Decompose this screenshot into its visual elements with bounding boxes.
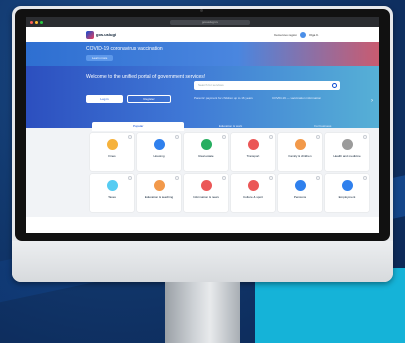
add-icon[interactable] — [222, 176, 226, 180]
service-card[interactable]: Transport — [231, 133, 275, 171]
address-bar[interactable]: gosuslugi.ru — [170, 19, 250, 25]
service-label: Information & news — [193, 195, 219, 199]
covid-title: COVID-19 coronavirus vaccination — [86, 46, 163, 52]
service-label: Transport — [246, 154, 260, 158]
monitor-chin — [12, 241, 393, 282]
fines-icon — [106, 139, 118, 150]
service-card[interactable]: Employment — [325, 174, 369, 212]
tab-business[interactable]: For business — [277, 122, 369, 131]
hero-section: Welcome to the unified portal of governm… — [26, 66, 379, 128]
service-card[interactable]: Education & teaching — [137, 174, 181, 212]
hero-title: Welcome to the unified portal of governm… — [86, 74, 206, 80]
service-card[interactable]: Taxes — [90, 174, 134, 212]
pensions-icon — [294, 180, 306, 191]
housing-icon — [153, 139, 165, 150]
taxes-icon — [106, 180, 118, 191]
family-icon — [294, 139, 306, 150]
service-card[interactable]: Family & children — [278, 133, 322, 171]
tab-education[interactable]: Education & work — [184, 122, 276, 131]
header-user-area: Kemerovo region Olga K. — [274, 31, 319, 38]
service-card[interactable]: Pensions — [278, 174, 322, 212]
add-icon[interactable] — [363, 135, 367, 139]
add-icon[interactable] — [128, 176, 132, 180]
add-icon[interactable] — [175, 176, 179, 180]
add-icon[interactable] — [363, 176, 367, 180]
service-card[interactable]: Health and medicine — [325, 133, 369, 171]
service-label: Employment — [338, 195, 356, 199]
register-button[interactable]: Register — [127, 95, 171, 103]
add-icon[interactable] — [316, 176, 320, 180]
service-label: Health and medicine — [333, 154, 361, 158]
site-header: gos.uslugi Kemerovo region Olga K. — [26, 27, 379, 42]
service-card[interactable]: Information & news — [184, 174, 228, 212]
login-button[interactable]: Log in — [86, 95, 123, 103]
education-icon — [153, 180, 165, 191]
add-icon[interactable] — [316, 135, 320, 139]
tab-popular[interactable]: Popular — [92, 122, 185, 131]
hero-link-payments[interactable]: Parents' payment for children up to 16 y… — [194, 96, 264, 100]
logo-icon — [86, 30, 94, 39]
browser-toolbar: gosuslugi.ru — [26, 17, 379, 27]
service-label: Real estate — [198, 154, 214, 158]
add-icon[interactable] — [222, 135, 226, 139]
service-label: Housing — [153, 154, 165, 158]
covid-banner: COVID-19 coronavirus vaccination Learn m… — [26, 42, 379, 66]
avatar[interactable] — [299, 31, 306, 38]
maximize-window-icon[interactable] — [40, 20, 43, 24]
covid-learn-more-button[interactable]: Learn more — [86, 55, 114, 61]
user-name[interactable]: Olga K. — [309, 33, 319, 37]
close-window-icon[interactable] — [30, 20, 33, 24]
site-logo[interactable]: gos.uslugi — [86, 30, 116, 39]
add-icon[interactable] — [269, 135, 273, 139]
services-area: Popular Education & work For business Fi… — [26, 122, 379, 217]
chevron-right-icon[interactable]: › — [371, 98, 373, 104]
service-card[interactable]: Real estate — [184, 133, 228, 171]
service-label: Taxes — [108, 195, 116, 199]
hero-link-covid[interactable]: COVID-19 — vaccination information — [272, 96, 332, 100]
health-icon — [341, 139, 353, 150]
service-label: Education & teaching — [144, 195, 174, 199]
add-icon[interactable] — [128, 135, 132, 139]
employment-icon — [341, 180, 353, 191]
service-label: Culture & sport — [242, 195, 263, 199]
service-card[interactable]: Housing — [137, 133, 181, 171]
search-input[interactable]: Search for services — [194, 81, 340, 90]
real-estate-icon — [200, 139, 212, 150]
services-grid: Fines Housing Real estate Transport Fami… — [90, 133, 369, 212]
information-icon — [200, 180, 212, 191]
add-icon[interactable] — [175, 135, 179, 139]
browser-window: gosuslugi.ru gos.uslugi Kemerovo region … — [26, 17, 379, 233]
service-label: Family & children — [288, 154, 312, 158]
camera-icon — [200, 9, 203, 12]
service-label: Pensions — [293, 195, 307, 199]
monitor-stand — [165, 282, 240, 343]
transport-icon — [247, 139, 259, 150]
region-selector[interactable]: Kemerovo region — [274, 33, 297, 37]
service-card[interactable]: Fines — [90, 133, 134, 171]
service-card[interactable]: Culture & sport — [231, 174, 275, 212]
service-label: Fines — [108, 154, 116, 158]
search-icon[interactable] — [332, 83, 337, 88]
logo-text: gos.uslugi — [96, 32, 116, 37]
add-icon[interactable] — [269, 176, 273, 180]
minimize-window-icon[interactable] — [35, 20, 38, 24]
culture-icon — [247, 180, 259, 191]
services-tabs: Popular Education & work For business — [92, 122, 369, 131]
